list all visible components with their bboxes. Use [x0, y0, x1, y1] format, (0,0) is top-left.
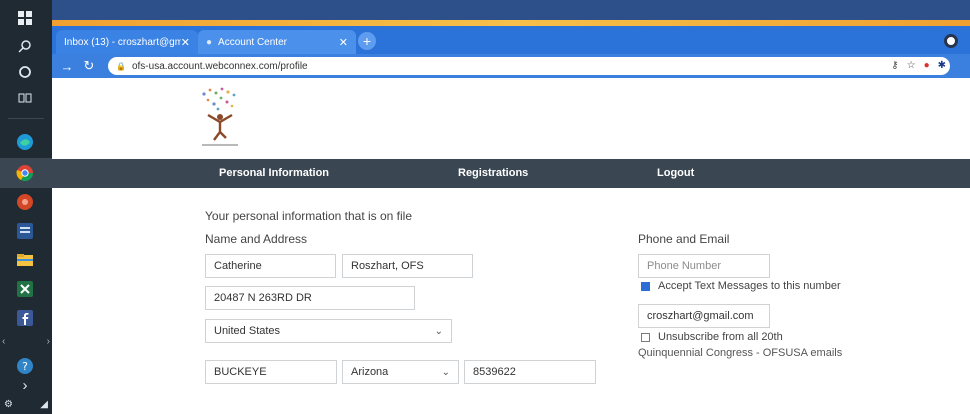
accept-text-row[interactable]: Accept Text Messages to this number [641, 280, 841, 292]
windows-taskbar: ‹ › ? › ⚙ ◢ [0, 0, 52, 414]
page-content: Personal Information Registrations Logou… [52, 78, 970, 414]
site-navbar: Personal Information Registrations Logou… [52, 159, 970, 188]
last-name-field[interactable]: Roszhart, OFS [342, 254, 473, 278]
close-icon[interactable]: ✕ [339, 36, 348, 49]
new-tab-button[interactable]: + [358, 32, 376, 50]
phone-placeholder: Phone Number [647, 260, 721, 272]
star-icon[interactable]: ☆ [907, 60, 916, 71]
task-view-icon[interactable] [13, 86, 37, 110]
system-tray[interactable]: ⚙ ◢ [4, 392, 48, 414]
email-value: croszhart@gmail.com [647, 310, 754, 322]
nav-logout[interactable]: Logout [657, 167, 694, 179]
chevron-down-icon: ⌄ [441, 367, 450, 378]
back-arrow-icon[interactable]: → [58, 57, 76, 75]
chevron-left-icon[interactable]: ‹ [2, 336, 5, 348]
address-bar[interactable]: 🔒 ofs-usa.account.webconnex.com/profile … [108, 57, 950, 75]
street-value: 20487 N 263RD DR [214, 292, 312, 304]
extension-icon[interactable]: ● [924, 60, 930, 71]
unsubscribe-row[interactable]: Unsubscribe from all 20th [641, 331, 783, 343]
key-icon[interactable]: ⚷ [891, 60, 898, 71]
tab-inbox[interactable]: Inbox (13) - croszhart@gmail.com ✕ [56, 30, 198, 54]
reload-icon[interactable]: ↻ [80, 57, 98, 75]
browser-toolbar: → ↻ 🔒 ofs-usa.account.webconnex.com/prof… [52, 54, 970, 78]
windows-start-icon[interactable] [13, 6, 37, 30]
first-name-field[interactable]: Catherine [205, 254, 336, 278]
state-value: Arizona [351, 366, 389, 378]
zip-value: 8539622 [473, 366, 516, 378]
tab-label: Account Center [218, 36, 287, 48]
globe-icon: ● [206, 36, 213, 48]
browser-tab-bar: Inbox (13) - croszhart@gmail.com ✕ ● Acc… [52, 26, 970, 54]
site-logo[interactable] [194, 84, 246, 152]
tab-label: Inbox (13) - croszhart@gmail.com [64, 36, 181, 48]
puzzle-icon[interactable]: ✱ [938, 60, 946, 71]
nav-personal-information[interactable]: Personal Information [219, 167, 329, 179]
word-icon[interactable] [13, 219, 37, 243]
taskbar-scroll[interactable]: ‹ › [2, 336, 50, 348]
excel-icon[interactable] [13, 277, 37, 301]
edge-icon[interactable] [13, 130, 37, 154]
country-value: United States [214, 325, 281, 337]
unsubscribe-label: Unsubscribe from all 20th [658, 331, 783, 343]
zip-field[interactable]: 8539622 [464, 360, 596, 384]
phone-email-title: Phone and Email [638, 232, 730, 246]
tab-account-center[interactable]: ● Account Center ✕ [198, 30, 356, 54]
chrome-icon[interactable] [13, 161, 37, 185]
email-field[interactable]: croszhart@gmail.com [638, 304, 770, 328]
intro-text: Your personal information that is on fil… [205, 209, 413, 223]
name-address-title: Name and Address [205, 232, 308, 246]
first-name-value: Catherine [214, 260, 262, 272]
powerpoint-icon[interactable] [13, 190, 37, 214]
svg-text:?: ? [22, 360, 28, 373]
close-icon[interactable]: ✕ [181, 36, 190, 49]
file-explorer-icon[interactable] [13, 248, 37, 272]
chevron-down-icon: ⌄ [434, 326, 443, 337]
accept-text-label: Accept Text Messages to this number [658, 280, 841, 292]
window-titlebar [52, 0, 970, 22]
search-icon[interactable] [13, 34, 37, 58]
facebook-icon[interactable] [13, 306, 37, 330]
last-name-value: Roszhart, OFS [351, 260, 424, 272]
volume-icon[interactable]: ◢ [40, 399, 48, 410]
address-text: ofs-usa.account.webconnex.com/profile [131, 60, 308, 72]
city-field[interactable]: BUCKEYE [205, 360, 337, 384]
accept-text-checkbox[interactable] [641, 281, 650, 291]
city-value: BUCKEYE [214, 366, 267, 378]
profile-icon[interactable] [944, 34, 958, 48]
lock-icon: 🔒 [116, 61, 126, 71]
country-select[interactable]: United States ⌄ [205, 319, 452, 343]
chevron-right-icon[interactable]: › [47, 336, 50, 348]
cortana-icon[interactable] [13, 60, 37, 84]
unsubscribe-checkbox[interactable] [641, 332, 650, 342]
street-field[interactable]: 20487 N 263RD DR [205, 286, 415, 310]
network-icon[interactable]: ⚙ [4, 399, 13, 410]
phone-input[interactable]: Phone Number [638, 254, 770, 278]
unsubscribe-label-continued: Quinquennial Congress - OFSUSA emails [638, 347, 843, 359]
nav-registrations[interactable]: Registrations [458, 167, 528, 179]
state-select[interactable]: Arizona ⌄ [342, 360, 459, 384]
